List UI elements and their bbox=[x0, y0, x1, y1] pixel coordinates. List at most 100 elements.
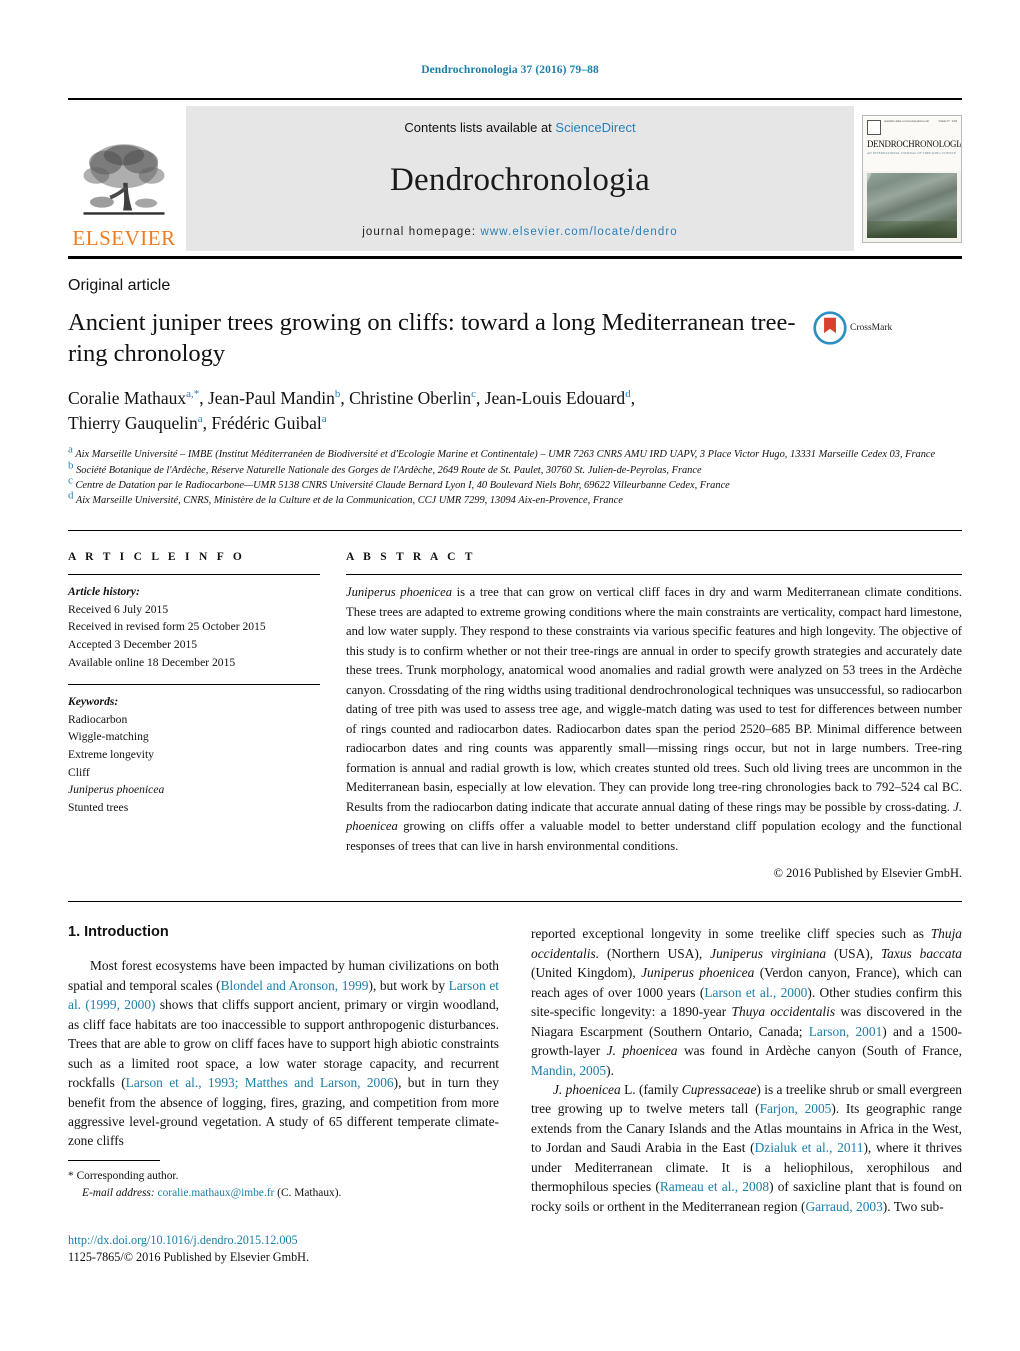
article-info-rule bbox=[68, 574, 320, 576]
author-item: Frédéric Guibala bbox=[211, 413, 326, 433]
citation-link[interactable]: Rameau et al., 2008 bbox=[660, 1179, 769, 1194]
citation-link[interactable]: Larson et al., 2000 bbox=[704, 985, 807, 1000]
cover-top-line: Available online at www.sciencedirect.co… bbox=[884, 119, 929, 123]
cover-volume-line: Volume 37 · 2016 bbox=[938, 119, 957, 123]
affiliation-text: Aix Marseille Université – IMBE (Institu… bbox=[75, 449, 936, 461]
email-line: E-mail address: coralie.mathaux@imbe.fr … bbox=[68, 1185, 498, 1202]
abstract-rule bbox=[346, 574, 962, 576]
email-link[interactable]: coralie.mathaux@imbe.fr bbox=[158, 1187, 275, 1199]
issn-copyright-line: 1125-7865/© 2016 Published by Elsevier G… bbox=[68, 1250, 310, 1265]
journal-title: Dendrochronologia bbox=[390, 162, 650, 199]
paragraph: Most forest ecosystems have been impacte… bbox=[68, 958, 500, 1149]
author-name: Jean-Louis Edouard bbox=[484, 387, 626, 408]
citation-link[interactable]: Mandin, 2005 bbox=[531, 1063, 606, 1078]
keywords-group: Keywords: Radiocarbon Wiggle-matching Ex… bbox=[68, 693, 320, 816]
abstract-column: A B S T R A C T Juniperus phoenicea is a… bbox=[346, 551, 962, 881]
citation-link[interactable]: Larson, 2001 bbox=[809, 1024, 883, 1039]
affiliation-item: c Centre de Datation par le Radiocarbone… bbox=[68, 475, 952, 493]
journal-band: Contents lists available at ScienceDirec… bbox=[186, 106, 854, 251]
paragraph: reported exceptional longevity in some t… bbox=[531, 926, 963, 1078]
author-item: Thierry Gauquelina bbox=[68, 413, 203, 433]
keywords-rule bbox=[68, 684, 320, 686]
homepage-url-link[interactable]: www.elsevier.com/locate/dendro bbox=[480, 226, 677, 238]
page-title: Ancient juniper trees growing on cliffs:… bbox=[68, 309, 796, 368]
contents-prefix: Contents lists available at bbox=[404, 120, 556, 135]
article-history-label: Article history: bbox=[68, 585, 140, 599]
journal-homepage-line: journal homepage: www.elsevier.com/locat… bbox=[362, 226, 678, 238]
author-name: Jean-Paul Mandin bbox=[207, 387, 335, 408]
corresponding-author-line: * Corresponding author. bbox=[68, 1168, 498, 1185]
cover-photo-cliff-image bbox=[867, 173, 957, 238]
article-info-heading: A R T I C L E I N F O bbox=[68, 551, 246, 564]
affiliation-item: b Société Botanique de l'Ardèche, Réserv… bbox=[68, 460, 952, 478]
article-type-label: Original article bbox=[68, 277, 171, 294]
affiliation-mark: b bbox=[68, 459, 74, 472]
elsevier-tree-icon bbox=[83, 144, 165, 215]
citation-link[interactable]: Blondel and Aronson, 1999 bbox=[221, 978, 369, 993]
citation-link[interactable]: Larson et al., 1993; Matthes and Larson,… bbox=[126, 1075, 394, 1090]
affiliation-item: d Aix Marseille Université, CNRS, Minist… bbox=[68, 489, 952, 508]
affiliation-text: Aix Marseille Université, CNRS, Ministèr… bbox=[75, 495, 623, 507]
email-suffix: (C. Mathaux). bbox=[277, 1187, 342, 1200]
body-column-right: reported exceptional longevity in some t… bbox=[531, 924, 962, 1216]
keyword-item: Cliff bbox=[68, 765, 90, 779]
author-marks: d bbox=[625, 387, 631, 400]
paragraph: J. phoenicea L. (family Cupressaceae) is… bbox=[531, 1081, 963, 1214]
author-name: Coralie Mathaux bbox=[68, 387, 187, 408]
cover-top-section: Available online at www.sciencedirect.co… bbox=[863, 115, 962, 171]
crossmark-badge[interactable]: CrossMark bbox=[813, 311, 892, 345]
journal-cover-thumbnail: Available online at www.sciencedirect.co… bbox=[862, 114, 962, 243]
cover-journal-name: DENDROCHRONOLOGIA bbox=[867, 138, 962, 149]
publication-meta: http://dx.doi.org/10.1016/j.dendro.2015.… bbox=[68, 1232, 309, 1267]
author-marks: c bbox=[471, 387, 476, 400]
running-head: Dendrochronologia 37 (2016) 79–88 bbox=[421, 64, 599, 76]
affiliation-text: Société Botanique de l'Ardèche, Réserve … bbox=[76, 464, 702, 476]
contents-line: Contents lists available at ScienceDirec… bbox=[404, 120, 635, 135]
affiliation-mark: d bbox=[68, 489, 74, 502]
author-name: Thierry Gauquelin bbox=[68, 413, 198, 434]
abstract-copyright: © 2016 Published by Elsevier GmbH. bbox=[773, 866, 962, 881]
crossmark-label: CrossMark bbox=[850, 323, 893, 333]
history-item: Received 6 July 2015 bbox=[68, 602, 169, 616]
author-item: Jean-Paul Mandinb bbox=[208, 388, 340, 408]
affiliation-text: Centre de Datation par le Radiocarbone—U… bbox=[75, 479, 730, 491]
keyword-item: Stunted trees bbox=[68, 800, 129, 814]
author-marks: a,* bbox=[186, 387, 200, 400]
keyword-item: Extreme longevity bbox=[68, 748, 154, 762]
affiliation-mark: c bbox=[68, 474, 73, 487]
author-name: Frédéric Guibal bbox=[211, 413, 322, 434]
keywords-label: Keywords: bbox=[68, 695, 119, 709]
footnote-rule bbox=[68, 1160, 160, 1161]
elsevier-wordmark: ELSEVIER bbox=[72, 226, 176, 250]
corresponding-label: Corresponding author. bbox=[76, 1170, 179, 1182]
abstract-heading: A B S T R A C T bbox=[346, 551, 476, 564]
keyword-item: Wiggle-matching bbox=[68, 730, 149, 744]
email-label: E-mail address: bbox=[82, 1187, 155, 1200]
cover-tagline: AN INTERNATIONAL JOURNAL OF TREE-RING SC… bbox=[867, 150, 957, 155]
journal-masthead: ELSEVIER Contents lists available at Sci… bbox=[68, 98, 962, 259]
sciencedirect-link[interactable]: ScienceDirect bbox=[555, 120, 635, 135]
article-info-column: A R T I C L E I N F O Article history: R… bbox=[68, 551, 320, 881]
footnote-body: * Corresponding author. E-mail address: … bbox=[68, 1168, 498, 1202]
cover-header-row: Available online at www.sciencedirect.co… bbox=[867, 119, 957, 135]
crossmark-icon bbox=[813, 311, 847, 345]
history-item: Received in revised form 25 October 2015 bbox=[68, 620, 266, 634]
author-list: Coralie Mathauxa,*, Jean-Paul Mandinb, C… bbox=[68, 387, 636, 434]
author-item: Jean-Louis Edouardd bbox=[485, 388, 631, 408]
citation-link[interactable]: Garraud, 2003 bbox=[805, 1199, 882, 1214]
corresponding-marker: * bbox=[68, 1170, 74, 1182]
author-item: Coralie Mathauxa,* bbox=[68, 388, 199, 408]
cover-elsevier-mark-icon bbox=[867, 119, 881, 135]
keyword-item: Juniperus phoenicea bbox=[68, 783, 165, 797]
info-abstract-block: A R T I C L E I N F O Article history: R… bbox=[68, 530, 962, 881]
history-item: Accepted 3 December 2015 bbox=[68, 638, 198, 652]
author-marks: a bbox=[197, 413, 203, 426]
affiliation-item: a Aix Marseille Université – IMBE (Insti… bbox=[68, 444, 952, 462]
history-item: Available online 18 December 2015 bbox=[68, 655, 236, 669]
author-name: Christine Oberlin bbox=[349, 387, 472, 408]
affiliation-mark: a bbox=[68, 444, 73, 456]
doi-link[interactable]: http://dx.doi.org/10.1016/j.dendro.2015.… bbox=[68, 1232, 309, 1249]
citation-link[interactable]: Dzialuk et al., 2011 bbox=[755, 1140, 864, 1155]
citation-link[interactable]: Farjon, 2005 bbox=[760, 1101, 832, 1116]
